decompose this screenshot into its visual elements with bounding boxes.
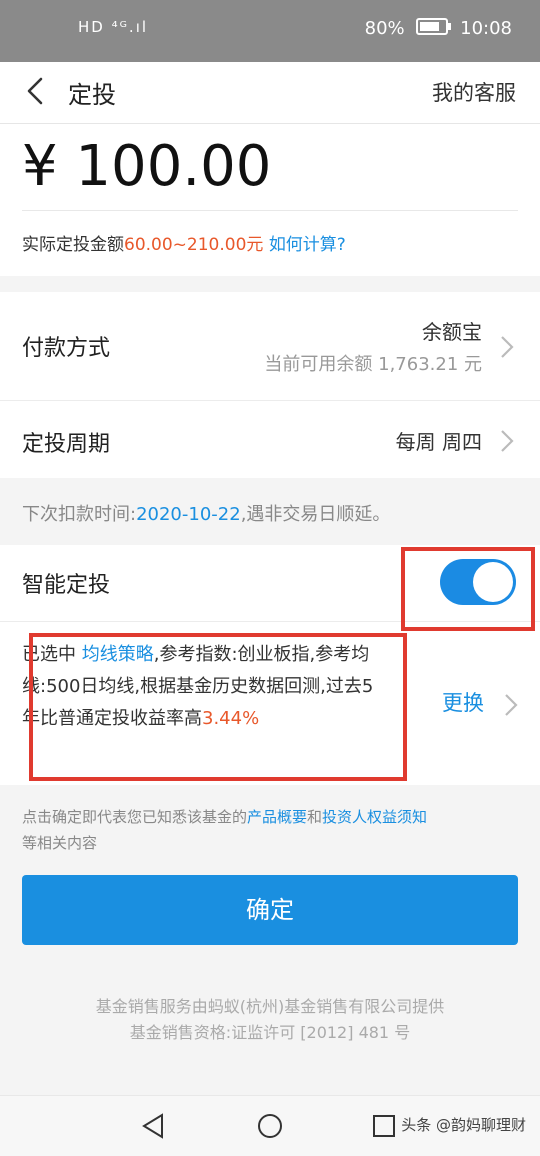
highlight-box-toggle xyxy=(401,547,535,631)
system-nav-bar: 头条 @韵妈聊理财 xyxy=(0,1095,540,1156)
page-title: 定投 xyxy=(68,81,116,109)
customer-service-button[interactable]: 我的客服 xyxy=(432,77,516,107)
signal-wifi-indicators: HD ⁴ᴳ.ıl xyxy=(78,18,149,36)
status-bar: HD ⁴ᴳ.ıl 80% 10:08 xyxy=(0,0,540,62)
notice-text: 和 xyxy=(307,808,323,826)
battery-fill xyxy=(420,22,440,31)
footer: 基金销售服务由蚂蚁(杭州)基金销售有限公司提供 基金销售资格:证监许可 [201… xyxy=(0,994,540,1046)
watermark: 头条 @韵妈聊理财 xyxy=(401,1116,526,1134)
how-calculate-link[interactable]: 如何计算? xyxy=(269,235,346,255)
cycle-label: 定投周期 xyxy=(22,432,111,457)
divider xyxy=(22,210,518,211)
chevron-right-icon xyxy=(501,430,514,452)
amount-card: ¥ 100.00 实际定投金额60.00~210.00元 如何计算? xyxy=(0,124,540,276)
divider xyxy=(0,400,540,401)
nav-back-icon[interactable] xyxy=(138,1110,170,1142)
nav-recents-icon[interactable] xyxy=(368,1110,400,1142)
agreement-notice: 点击确定即代表您已知悉该基金的产品概要和投资人权益须知等相关内容 xyxy=(22,804,518,856)
next-deduction-note: ,遇非交易日顺延。 xyxy=(240,504,391,525)
next-deduction-info: 下次扣款时间:2020-10-22,遇非交易日顺延。 xyxy=(22,500,390,526)
chevron-right-icon xyxy=(505,694,518,716)
available-balance: 当前可用余额 1,763.21 元 xyxy=(264,354,482,375)
nav-bar: 定投 我的客服 xyxy=(0,62,540,124)
next-deduction-date: 2020-10-22 xyxy=(136,504,241,525)
smart-investment-label: 智能定投 xyxy=(22,573,111,598)
nav-home-icon[interactable] xyxy=(254,1110,286,1142)
actual-amount-label: 实际定投金额 xyxy=(22,235,124,255)
payment-method-label: 付款方式 xyxy=(22,336,111,361)
notice-text: 等相关内容 xyxy=(22,834,98,852)
footer-line: 基金销售服务由蚂蚁(杭州)基金销售有限公司提供 xyxy=(95,997,445,1016)
battery-percent: 80% xyxy=(364,18,405,39)
footer-line: 基金销售资格:证监许可 [2012] 481 号 xyxy=(129,1023,411,1042)
highlight-box-strategy xyxy=(29,633,407,781)
chevron-right-icon xyxy=(501,336,514,358)
product-summary-link[interactable]: 产品概要 xyxy=(247,808,307,826)
battery-icon xyxy=(416,18,452,35)
clock: 10:08 xyxy=(460,18,512,39)
change-strategy-label: 更换 xyxy=(442,691,484,715)
payment-method-value: 余额宝 xyxy=(422,320,482,344)
status-right: 80% 10:08 xyxy=(365,18,512,39)
confirm-button[interactable]: 确定 xyxy=(22,875,518,945)
next-deduction-label: 下次扣款时间: xyxy=(22,504,137,525)
cycle-value: 每周 周四 xyxy=(395,430,482,454)
amount-input[interactable]: ¥ 100.00 xyxy=(22,134,271,199)
back-arrow-icon[interactable] xyxy=(22,76,52,106)
actual-amount-range: 60.00~210.00元 xyxy=(124,235,264,255)
settings-card: 付款方式 余额宝 当前可用余额 1,763.21 元 定投周期 每周 周四 xyxy=(0,292,540,478)
investor-rights-link[interactable]: 投资人权益须知 xyxy=(322,808,427,826)
actual-amount-line: 实际定投金额60.00~210.00元 如何计算? xyxy=(22,230,346,255)
notice-text: 点击确定即代表您已知悉该基金的 xyxy=(22,808,248,826)
